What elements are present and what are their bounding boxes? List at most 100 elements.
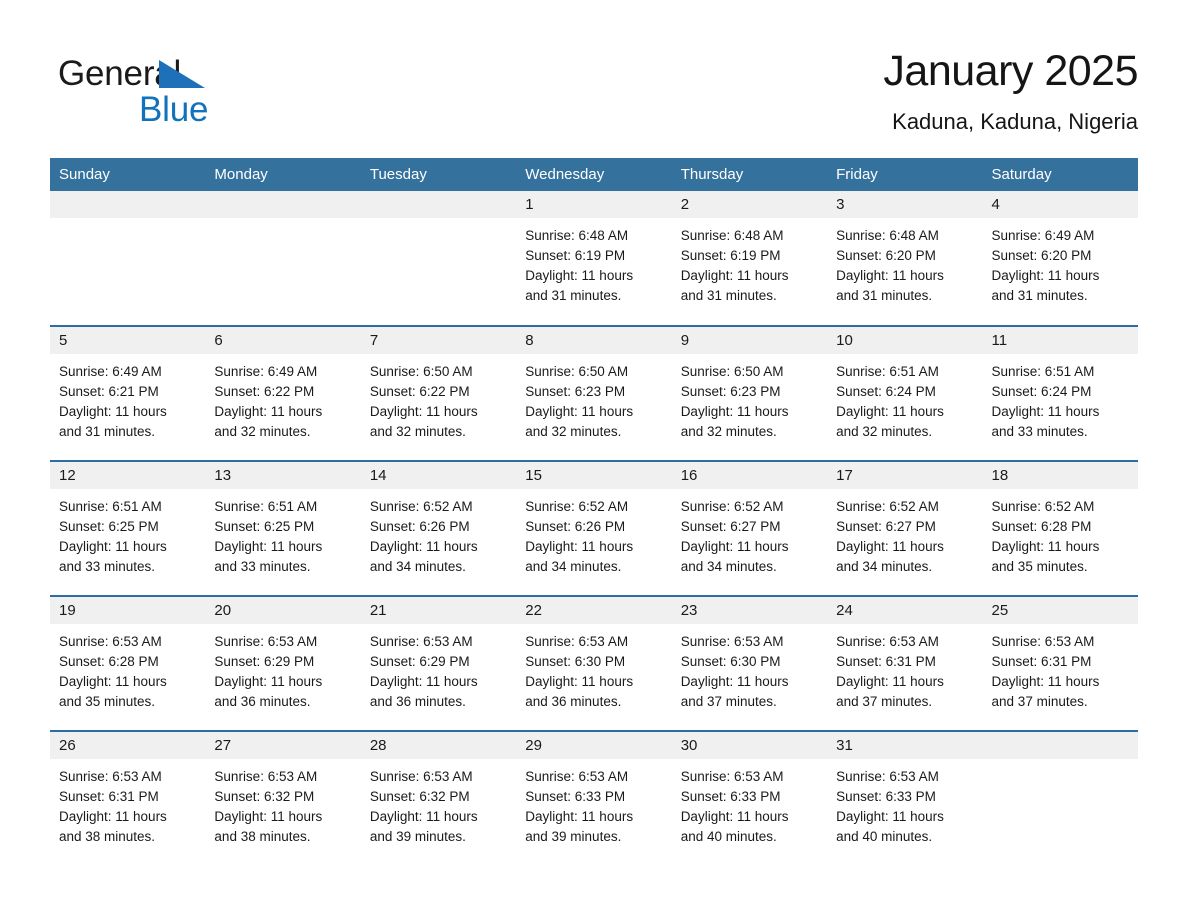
daylight-text: Daylight: 11 hours <box>525 809 634 824</box>
calendar-day-cell[interactable]: 4 Sunrise: 6:49 AM Sunset: 6:20 PM Daylight… <box>982 191 1138 326</box>
daylight-text: and 37 minutes. <box>991 694 1088 709</box>
calendar-day-cell[interactable]: 30 Sunrise: 6:53 AM Sunset: 6:33 PM Dayligh… <box>671 730 828 866</box>
sunset-text: Sunset: 6:20 PM <box>991 248 1092 263</box>
calendar-day-cell[interactable]: 12 Sunrise: 6:51 AM Sunset: 6:25 PM Dayligh… <box>50 460 206 596</box>
sunset-text: Sunset: 6:29 PM <box>369 654 470 669</box>
calendar-day-cell[interactable]: 26 Sunrise: 6:53 AM Sunset: 6:31 PM Dayligh… <box>50 730 206 866</box>
sunrise-text: Sunrise: 6:52 AM <box>369 499 473 514</box>
daylight-text: and 36 minutes. <box>214 694 311 709</box>
calendar-day-cell[interactable]: 29 Sunrise: 6:53 AM Sunset: 6:33 PM Dayligh… <box>516 730 672 866</box>
logo-text-blue: Blue <box>139 90 209 129</box>
calendar-day-cell[interactable]: 24 Sunrise: 6:53 AM Sunset: 6:31 PM Dayligh… <box>827 595 983 731</box>
title-block: January 2025 Kaduna, Kaduna, Nigeria <box>883 44 1138 136</box>
calendar-day-cell[interactable]: 18 Sunrise: 6:52 AM Sunset: 6:28 PM Dayligh… <box>982 460 1138 596</box>
location-subtitle: Kaduna, Kaduna, Nigeria <box>892 109 1138 134</box>
calendar-week-row: 12 Sunrise: 6:51 AM Sunset: 6:25 PM Dayligh… <box>50 460 1138 596</box>
calendar-day-cell[interactable]: 28 Sunrise: 6:53 AM Sunset: 6:32 PM Dayligh… <box>360 730 517 866</box>
sunrise-text: Sunrise: 6:48 AM <box>836 228 939 243</box>
day-details: Sunrise: 6:52 AM Sunset: 6:26 PM Daylight:… <box>361 489 516 577</box>
daylight-text: and 34 minutes. <box>836 559 933 574</box>
calendar-day-cell[interactable]: 23 Sunrise: 6:53 AM Sunset: 6:30 PM Dayligh… <box>671 595 828 731</box>
daylight-text: and 32 minutes. <box>836 424 933 439</box>
daylight-text: Daylight: 11 hours <box>214 674 323 689</box>
day-number: 17 <box>827 462 983 489</box>
calendar-table: Sunday Monday Tuesday Wednesday Thursday Frid… <box>50 158 1138 866</box>
calendar-day-cell[interactable]: 9 Sunrise: 6:50 AM Sunset: 6:23 PM Daylight… <box>671 325 828 461</box>
day-number: 27 <box>205 732 361 759</box>
sunrise-text: Sunrise: 6:50 AM <box>369 364 473 379</box>
weekday-header-row: Sunday Monday Tuesday Wednesday Thursday Frid… <box>50 158 1138 191</box>
sunset-text: Sunset: 6:23 PM <box>525 384 626 399</box>
daylight-text: Daylight: 11 hours <box>369 674 478 689</box>
day-number: 8 <box>516 327 672 354</box>
calendar-day-cell[interactable]: 5 Sunrise: 6:49 AM Sunset: 6:21 PM Daylight… <box>50 325 206 461</box>
day-details: Sunrise: 6:51 AM Sunset: 6:24 PM Daylight:… <box>827 354 982 442</box>
day-number: 9 <box>671 327 828 354</box>
calendar-day-cell[interactable]: 15 Sunrise: 6:52 AM Sunset: 6:26 PM Dayligh… <box>516 460 672 596</box>
calendar-day-cell[interactable]: 6 Sunrise: 6:49 AM Sunset: 6:22 PM Daylight… <box>205 325 361 461</box>
sunset-text: Sunset: 6:24 PM <box>991 384 1092 399</box>
daylight-text: and 32 minutes. <box>369 424 466 439</box>
calendar-page: General Blue January 2025 Kaduna, Kaduna… <box>0 0 1188 918</box>
day-details: Sunrise: 6:50 AM Sunset: 6:23 PM Daylight:… <box>516 354 671 442</box>
day-number: 18 <box>982 462 1138 489</box>
calendar-day-cell[interactable]: 20 Sunrise: 6:53 AM Sunset: 6:29 PM Dayligh… <box>205 595 361 731</box>
calendar-day-cell[interactable]: 17 Sunrise: 6:52 AM Sunset: 6:27 PM Dayligh… <box>827 460 983 596</box>
day-number: 26 <box>50 732 206 759</box>
daylight-text: Daylight: 11 hours <box>991 404 1100 419</box>
day-details: Sunrise: 6:52 AM Sunset: 6:28 PM Daylight:… <box>983 489 1138 577</box>
day-number: 10 <box>827 327 983 354</box>
daylight-text: and 37 minutes. <box>680 694 777 709</box>
day-number: 7 <box>360 327 517 354</box>
day-number: 29 <box>516 732 672 759</box>
sunset-text: Sunset: 6:32 PM <box>214 789 315 804</box>
calendar-day-cell[interactable]: 16 Sunrise: 6:52 AM Sunset: 6:27 PM Dayligh… <box>671 460 828 596</box>
daylight-text: and 34 minutes. <box>680 559 777 574</box>
daylight-text: and 32 minutes. <box>680 424 777 439</box>
calendar-day-cell[interactable]: 10 Sunrise: 6:51 AM Sunset: 6:24 PM Dayligh… <box>827 325 983 461</box>
sunrise-text: Sunrise: 6:53 AM <box>59 769 162 784</box>
sunrise-text: Sunrise: 6:49 AM <box>991 228 1095 243</box>
sunrise-text: Sunrise: 6:48 AM <box>680 228 784 243</box>
sunset-text: Sunset: 6:32 PM <box>369 789 470 804</box>
day-number: 31 <box>827 732 983 759</box>
daylight-text: Daylight: 11 hours <box>214 539 323 554</box>
day-number: 23 <box>671 597 828 624</box>
calendar-day-cell[interactable]: 7 Sunrise: 6:50 AM Sunset: 6:22 PM Daylight… <box>360 325 517 461</box>
day-number: 24 <box>827 597 983 624</box>
calendar-day-cell[interactable]: 1 Sunrise: 6:48 AM Sunset: 6:19 PM Daylight… <box>516 191 672 326</box>
day-details: Sunrise: 6:53 AM Sunset: 6:33 PM Daylight:… <box>827 759 982 847</box>
calendar-day-cell[interactable]: 21 Sunrise: 6:53 AM Sunset: 6:29 PM Dayligh… <box>360 595 517 731</box>
sunset-text: Sunset: 6:27 PM <box>680 519 781 534</box>
sunrise-text: Sunrise: 6:53 AM <box>836 634 939 649</box>
calendar-day-cell[interactable]: 3 Sunrise: 6:48 AM Sunset: 6:20 PM Daylight… <box>827 191 983 326</box>
calendar-day-cell[interactable]: 14 Sunrise: 6:52 AM Sunset: 6:26 PM Dayligh… <box>360 460 517 596</box>
weekday-header-saturday: Saturday <box>982 158 1138 191</box>
daylight-text: Daylight: 11 hours <box>214 404 323 419</box>
calendar-day-cell[interactable]: 8 Sunrise: 6:50 AM Sunset: 6:23 PM Daylight… <box>516 325 672 461</box>
day-number: 15 <box>516 462 672 489</box>
page-title: January 2025 <box>883 47 1138 95</box>
daylight-text: Daylight: 11 hours <box>369 809 478 824</box>
calendar-day-cell[interactable]: 11 Sunrise: 6:51 AM Sunset: 6:24 PM Dayligh… <box>982 325 1138 461</box>
day-number: 28 <box>360 732 517 759</box>
calendar-day-cell[interactable]: 19 Sunrise: 6:53 AM Sunset: 6:28 PM Dayligh… <box>50 595 206 731</box>
daylight-text: Daylight: 11 hours <box>525 674 634 689</box>
sunset-text: Sunset: 6:27 PM <box>836 519 936 534</box>
calendar-day-cell[interactable]: 2 Sunrise: 6:48 AM Sunset: 6:19 PM Daylight… <box>671 191 828 326</box>
sunset-text: Sunset: 6:33 PM <box>680 789 781 804</box>
calendar-day-cell[interactable]: 25 Sunrise: 6:53 AM Sunset: 6:31 PM Dayligh… <box>982 595 1138 731</box>
sunset-text: Sunset: 6:22 PM <box>369 384 470 399</box>
day-details: Sunrise: 6:53 AM Sunset: 6:32 PM Daylight:… <box>205 759 360 847</box>
daylight-text: Daylight: 11 hours <box>680 539 789 554</box>
calendar-day-cell[interactable]: 22 Sunrise: 6:53 AM Sunset: 6:30 PM Dayligh… <box>516 595 672 731</box>
day-number: 2 <box>671 191 828 218</box>
calendar-day-cell[interactable]: 31 Sunrise: 6:53 AM Sunset: 6:33 PM Dayligh… <box>827 730 983 866</box>
daylight-text: Daylight: 11 hours <box>59 809 167 824</box>
sunset-text: Sunset: 6:29 PM <box>214 654 315 669</box>
calendar-day-cell[interactable]: 27 Sunrise: 6:53 AM Sunset: 6:32 PM Dayligh… <box>205 730 361 866</box>
day-details: Sunrise: 6:53 AM Sunset: 6:28 PM Daylight:… <box>50 624 205 712</box>
day-number: 16 <box>671 462 828 489</box>
sunrise-text: Sunrise: 6:53 AM <box>214 769 318 784</box>
calendar-day-cell[interactable]: 13 Sunrise: 6:51 AM Sunset: 6:25 PM Dayligh… <box>205 460 361 596</box>
